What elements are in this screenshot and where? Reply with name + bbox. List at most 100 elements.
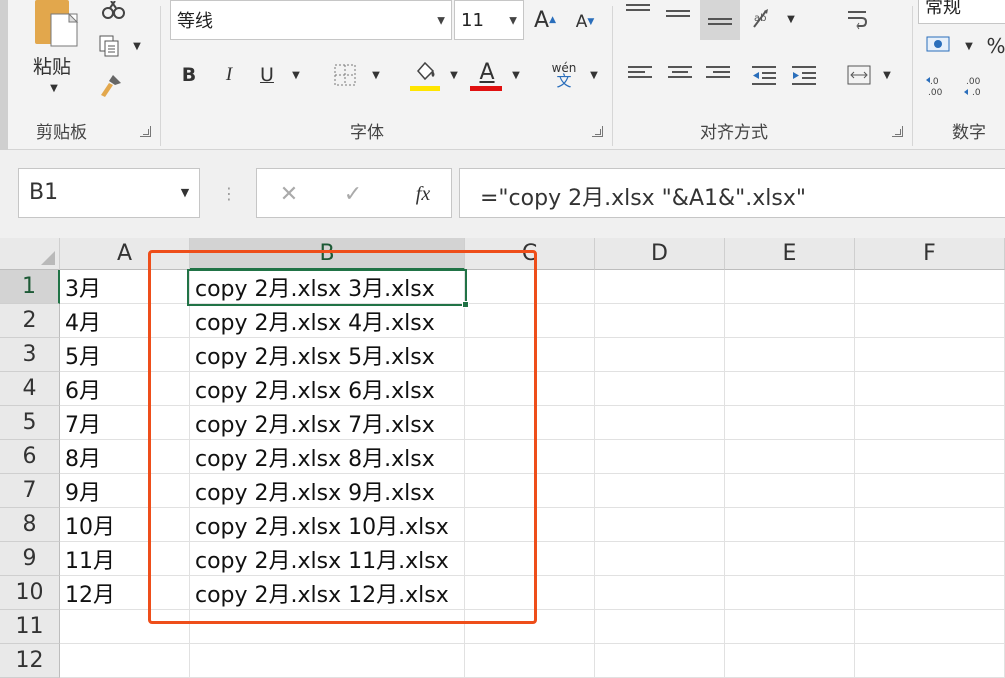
cell-f10[interactable] bbox=[855, 576, 1005, 610]
cell-d2[interactable] bbox=[595, 304, 725, 338]
cell-c9[interactable] bbox=[465, 542, 595, 576]
paste-button[interactable]: 粘贴 bbox=[24, 52, 80, 78]
cell-a7[interactable]: 9月 bbox=[60, 474, 190, 508]
cell-a3[interactable]: 5月 bbox=[60, 338, 190, 372]
cut-icon[interactable] bbox=[96, 0, 130, 22]
cell-e11[interactable] bbox=[725, 610, 855, 644]
cell-f1[interactable] bbox=[855, 270, 1005, 304]
select-all-button[interactable] bbox=[0, 238, 60, 270]
cell-f11[interactable] bbox=[855, 610, 1005, 644]
cell-e6[interactable] bbox=[725, 440, 855, 474]
row-header[interactable]: 1 bbox=[0, 270, 60, 304]
cell-b9[interactable]: copy 2月.xlsx 11月.xlsx bbox=[190, 542, 465, 576]
cell-a4[interactable]: 6月 bbox=[60, 372, 190, 406]
cell-a12[interactable] bbox=[60, 644, 190, 678]
cell-a8[interactable]: 10月 bbox=[60, 508, 190, 542]
cell-a10[interactable]: 12月 bbox=[60, 576, 190, 610]
increase-indent-icon[interactable] bbox=[788, 62, 820, 88]
cell-e10[interactable] bbox=[725, 576, 855, 610]
cell-f6[interactable] bbox=[855, 440, 1005, 474]
wrap-text-icon[interactable] bbox=[842, 4, 872, 34]
cell-f12[interactable] bbox=[855, 644, 1005, 678]
number-format-dropdown[interactable]: 常规 bbox=[918, 0, 1005, 24]
fill-color-icon[interactable] bbox=[410, 58, 440, 84]
borders-dropdown-icon[interactable]: ▼ bbox=[368, 64, 384, 86]
insert-function-button[interactable]: fx bbox=[403, 177, 443, 211]
cell-a2[interactable]: 4月 bbox=[60, 304, 190, 338]
column-header-a[interactable]: A bbox=[60, 238, 190, 270]
confirm-edit-button[interactable]: ✓ bbox=[335, 177, 371, 211]
cell-d9[interactable] bbox=[595, 542, 725, 576]
underline-dropdown-icon[interactable]: ▼ bbox=[288, 64, 304, 86]
cell-c2[interactable] bbox=[465, 304, 595, 338]
phonetic-dropdown-icon[interactable]: ▼ bbox=[586, 64, 602, 86]
cell-e4[interactable] bbox=[725, 372, 855, 406]
font-size-dropdown[interactable]: 11 ▼ bbox=[454, 0, 524, 40]
cell-f8[interactable] bbox=[855, 508, 1005, 542]
cell-d3[interactable] bbox=[595, 338, 725, 372]
paste-dropdown-icon[interactable]: ▼ bbox=[44, 80, 64, 96]
cell-f9[interactable] bbox=[855, 542, 1005, 576]
cell-e3[interactable] bbox=[725, 338, 855, 372]
fill-handle[interactable] bbox=[462, 301, 469, 308]
align-middle-icon[interactable] bbox=[666, 10, 690, 28]
cell-b5[interactable]: copy 2月.xlsx 7月.xlsx bbox=[190, 406, 465, 440]
bold-button[interactable]: B bbox=[176, 60, 202, 90]
cell-c8[interactable] bbox=[465, 508, 595, 542]
cell-d10[interactable] bbox=[595, 576, 725, 610]
row-header[interactable]: 6 bbox=[0, 440, 60, 474]
phonetic-guide-button[interactable]: wén 文 bbox=[544, 58, 584, 92]
borders-icon[interactable] bbox=[330, 60, 360, 90]
column-header-b[interactable]: B bbox=[190, 238, 465, 270]
formula-bar-grip-icon[interactable]: ⋮ bbox=[221, 182, 237, 204]
row-header[interactable]: 12 bbox=[0, 644, 60, 678]
cell-a1[interactable]: 3月 bbox=[60, 270, 190, 304]
italic-button[interactable]: I bbox=[216, 60, 242, 90]
cell-b1[interactable]: copy 2月.xlsx 3月.xlsx bbox=[190, 270, 465, 304]
align-right-icon[interactable] bbox=[706, 66, 730, 84]
cell-a11[interactable] bbox=[60, 610, 190, 644]
merge-center-icon[interactable] bbox=[844, 60, 874, 90]
cell-f4[interactable] bbox=[855, 372, 1005, 406]
row-header[interactable]: 4 bbox=[0, 372, 60, 406]
cell-c11[interactable] bbox=[465, 610, 595, 644]
cell-b4[interactable]: copy 2月.xlsx 6月.xlsx bbox=[190, 372, 465, 406]
row-header[interactable]: 7 bbox=[0, 474, 60, 508]
cell-d7[interactable] bbox=[595, 474, 725, 508]
orientation-dropdown-icon[interactable]: ▼ bbox=[784, 10, 798, 28]
cell-c7[interactable] bbox=[465, 474, 595, 508]
copy-dropdown-icon[interactable]: ▼ bbox=[128, 36, 146, 56]
fill-color-dropdown-icon[interactable]: ▼ bbox=[446, 64, 462, 86]
clipboard-launcher-icon[interactable] bbox=[140, 126, 151, 137]
cell-d5[interactable] bbox=[595, 406, 725, 440]
cell-d11[interactable] bbox=[595, 610, 725, 644]
cell-c6[interactable] bbox=[465, 440, 595, 474]
cell-e5[interactable] bbox=[725, 406, 855, 440]
row-header[interactable]: 10 bbox=[0, 576, 60, 610]
paste-icon[interactable] bbox=[28, 0, 84, 48]
cell-b3[interactable]: copy 2月.xlsx 5月.xlsx bbox=[190, 338, 465, 372]
align-left-icon[interactable] bbox=[628, 66, 652, 84]
cell-c3[interactable] bbox=[465, 338, 595, 372]
formula-input[interactable]: ="copy 2月.xlsx "&A1&".xlsx" bbox=[459, 168, 1005, 218]
cell-f7[interactable] bbox=[855, 474, 1005, 508]
cell-d6[interactable] bbox=[595, 440, 725, 474]
column-header-f[interactable]: F bbox=[855, 238, 1005, 270]
cell-b11[interactable] bbox=[190, 610, 465, 644]
cell-d4[interactable] bbox=[595, 372, 725, 406]
cell-b8[interactable]: copy 2月.xlsx 10月.xlsx bbox=[190, 508, 465, 542]
cell-f2[interactable] bbox=[855, 304, 1005, 338]
cell-b7[interactable]: copy 2月.xlsx 9月.xlsx bbox=[190, 474, 465, 508]
cell-e12[interactable] bbox=[725, 644, 855, 678]
cell-e8[interactable] bbox=[725, 508, 855, 542]
accounting-format-icon[interactable] bbox=[922, 32, 956, 58]
cell-f5[interactable] bbox=[855, 406, 1005, 440]
format-painter-icon[interactable] bbox=[94, 70, 128, 100]
cell-a5[interactable]: 7月 bbox=[60, 406, 190, 440]
cell-c4[interactable] bbox=[465, 372, 595, 406]
orientation-icon[interactable]: ab bbox=[748, 4, 778, 34]
name-box[interactable]: B1 bbox=[18, 168, 200, 218]
cell-d12[interactable] bbox=[595, 644, 725, 678]
align-center-icon[interactable] bbox=[668, 66, 692, 84]
cell-b12[interactable] bbox=[190, 644, 465, 678]
